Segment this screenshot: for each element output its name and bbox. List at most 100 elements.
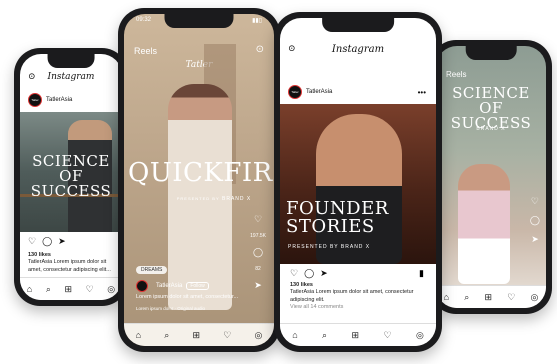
title-line-1: SCIENCE OF <box>452 84 530 117</box>
reels-label[interactable]: Reels <box>446 70 466 79</box>
share-icon[interactable]: ➤ <box>320 268 328 279</box>
search-icon[interactable]: ⌕ <box>464 292 469 303</box>
comment-count: 82 <box>255 266 261 272</box>
phone-instagram-feed-left: ⊙ Instagram Tatler TatlerAsia SCIENCE OF… <box>14 48 128 306</box>
follow-button[interactable]: Follow <box>186 282 209 290</box>
post-title: SCIENCE OF SUCCESS <box>22 154 120 199</box>
search-icon[interactable]: ⌕ <box>322 330 327 341</box>
camera-icon[interactable]: ⊙ <box>288 44 296 54</box>
reel-account-row: TatlerAsia Follow <box>136 280 209 292</box>
man-figure <box>316 114 402 264</box>
heart-icon[interactable]: ♡ <box>383 330 391 341</box>
brand-label: BRAND X <box>476 126 506 132</box>
home-icon[interactable]: ⌂ <box>444 292 449 302</box>
post-caption-block: 130 likes TatlerAsia Lorem ipsum dolor s… <box>28 252 116 274</box>
add-icon[interactable]: ⊞ <box>352 330 360 341</box>
phone-screen: ⊙ Instagram Tatler TatlerAsia SCIENCE OF… <box>20 54 122 300</box>
battery-icon: ▮▮▯ <box>252 18 262 24</box>
camera-icon[interactable]: ⊙ <box>256 44 264 55</box>
title-line-2: STORIES <box>286 216 375 237</box>
profile-icon[interactable]: ◎ <box>107 284 115 295</box>
share-icon[interactable]: ➤ <box>254 280 262 291</box>
instagram-logo: Instagram <box>47 72 95 82</box>
heart-icon[interactable]: ♡ <box>290 268 298 279</box>
heart-icon[interactable]: ♡ <box>507 292 515 303</box>
tag-pill[interactable]: DREAMS <box>136 266 168 274</box>
bottom-nav: ⌂ ⌕ ⊞ ♡ ◎ <box>124 323 274 346</box>
phone-screen: Reels SCIENCE OF SUCCESS BRAND X ♡ ◯ ➤ ⌂… <box>436 46 546 308</box>
add-icon[interactable]: ⊞ <box>64 284 72 295</box>
presented-by: PRESENTED BY <box>176 196 220 201</box>
profile-icon[interactable]: ◎ <box>416 330 424 341</box>
post-header: Tatler TatlerAsia ••• <box>280 82 436 102</box>
phone-instagram-feed-center: ⊙ Instagram Tatler TatlerAsia ••• FOUNDE… <box>274 12 442 352</box>
caption-text: TatlerAsia Lorem ipsum dolor sit amet, c… <box>290 289 414 303</box>
phone-notch <box>465 46 517 60</box>
likes-count: 130 likes <box>28 252 51 258</box>
more-icon[interactable]: ••• <box>418 88 426 97</box>
status-time: 09:32 <box>136 17 152 23</box>
avatar[interactable]: Tatler <box>288 85 302 99</box>
comment-icon[interactable]: ◯ <box>253 247 263 258</box>
account-name[interactable]: TatlerAsia <box>306 89 332 95</box>
instagram-logo: Instagram <box>331 43 385 55</box>
reel-title: SCIENCE OF SUCCESS <box>440 86 542 131</box>
post-caption-block: 130 likes TatlerAsia Lorem ipsum dolor s… <box>290 282 426 312</box>
phone-reels-center: 09:32 ▮▮▯ Reels ⊙ Tatler QUICKFIRE PRESEN… <box>118 8 280 352</box>
reel-caption: Lorem ipsum dolor sit amet, consectetur.… <box>136 294 239 300</box>
profile-icon[interactable]: ◎ <box>255 330 263 341</box>
title-line-2: SUCCESS <box>30 182 112 200</box>
post-actions: ♡ ◯ ➤ <box>28 236 66 247</box>
tatler-logo: Tatler <box>185 60 213 70</box>
heart-icon[interactable]: ♡ <box>531 196 539 207</box>
phone-screen: 09:32 ▮▮▯ Reels ⊙ Tatler QUICKFIRE PRESEN… <box>124 14 274 346</box>
search-icon[interactable]: ⌕ <box>164 330 169 341</box>
post-image: SCIENCE OF SUCCESS <box>20 112 122 232</box>
add-icon[interactable]: ⊞ <box>484 292 492 303</box>
view-comments-link[interactable]: View all 14 comments <box>290 304 426 311</box>
brand-label: PRESENTED BY BRAND X <box>288 244 371 250</box>
home-icon[interactable]: ⌂ <box>27 284 32 294</box>
comment-icon[interactable]: ◯ <box>42 236 52 247</box>
avatar[interactable] <box>136 280 148 292</box>
instagram-header: ⊙ Instagram <box>20 66 122 88</box>
woman-figure <box>458 164 510 284</box>
instagram-header: ⊙ Instagram <box>280 38 436 60</box>
bottom-nav: ⌂ ⌕ ⊞ ♡ ◎ <box>436 285 546 308</box>
brand-name: BRAND X <box>222 196 252 202</box>
heart-icon[interactable]: ♡ <box>86 284 94 295</box>
home-icon[interactable]: ⌂ <box>292 330 297 340</box>
account-name[interactable]: TatlerAsia <box>46 97 72 103</box>
post-actions: ♡ ◯ ➤ <box>290 268 328 279</box>
brand-label: PRESENTED BY BRAND X <box>164 196 264 202</box>
search-icon[interactable]: ⌕ <box>46 284 51 295</box>
phone-notch <box>47 54 95 68</box>
post-header: Tatler TatlerAsia <box>20 90 122 110</box>
reels-label[interactable]: Reels <box>134 46 157 56</box>
reel-actions: ♡ 197.5K ◯ 82 ➤ <box>250 214 266 291</box>
share-icon[interactable]: ➤ <box>58 236 66 247</box>
phone-screen: ⊙ Instagram Tatler TatlerAsia ••• FOUNDE… <box>280 18 436 346</box>
avatar[interactable]: Tatler <box>28 93 42 107</box>
comment-icon[interactable]: ◯ <box>304 268 314 279</box>
title-line-1: SCIENCE OF <box>32 152 110 185</box>
comment-icon[interactable]: ◯ <box>530 215 540 226</box>
bookmark-icon[interactable]: ▮ <box>419 268 424 279</box>
profile-icon[interactable]: ◎ <box>531 292 539 303</box>
phone-notch <box>322 18 394 32</box>
post-title: FOUNDER STORIES <box>286 200 388 237</box>
camera-icon[interactable]: ⊙ <box>28 72 36 82</box>
phone-reels-right: Reels SCIENCE OF SUCCESS BRAND X ♡ ◯ ➤ ⌂… <box>430 40 552 314</box>
likes-count: 130 likes <box>290 282 313 288</box>
heart-icon[interactable]: ♡ <box>254 214 262 225</box>
account-name[interactable]: TatlerAsia <box>156 283 182 289</box>
bottom-nav: ⌂ ⌕ ⊞ ♡ ◎ <box>280 323 436 346</box>
status-bar: 09:32 ▮▮▯ <box>136 17 262 27</box>
add-icon[interactable]: ⊞ <box>192 330 200 341</box>
reel-title: QUICKFIRE <box>128 158 274 188</box>
post-image: FOUNDER STORIES PRESENTED BY BRAND X <box>280 104 436 264</box>
share-icon[interactable]: ➤ <box>531 234 539 245</box>
heart-icon[interactable]: ♡ <box>28 236 36 247</box>
home-icon[interactable]: ⌂ <box>136 330 141 340</box>
heart-icon[interactable]: ♡ <box>223 330 231 341</box>
